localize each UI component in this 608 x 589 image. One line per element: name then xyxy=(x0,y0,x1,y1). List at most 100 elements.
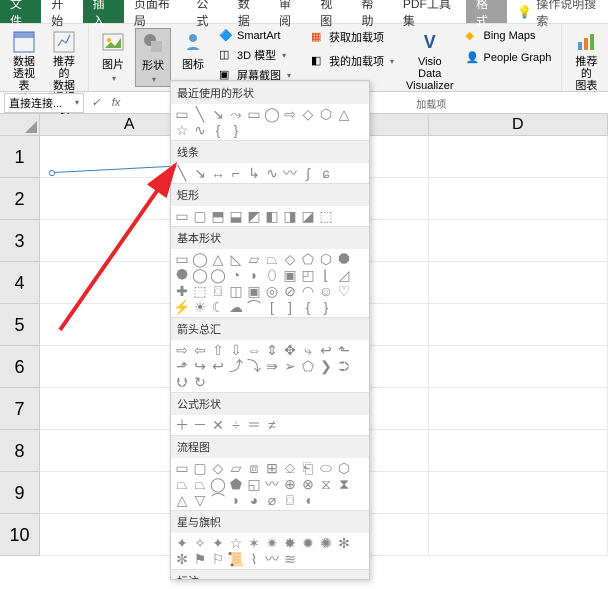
shape-can[interactable]: ⌼ xyxy=(211,284,225,298)
shape-lshape[interactable]: ⌊ xyxy=(319,268,333,282)
cell[interactable] xyxy=(429,346,608,388)
shape-textbox[interactable]: ▭ xyxy=(175,107,189,121)
shape-bevel[interactable]: ▣ xyxy=(247,284,261,298)
shape-elbow[interactable]: ⌐ xyxy=(229,166,243,180)
shape-snip2[interactable]: ⬓ xyxy=(229,209,243,223)
bing-maps-button[interactable]: ◆Bing Maps xyxy=(462,28,556,44)
shape-heart[interactable]: ♡ xyxy=(337,284,351,298)
shape-oct[interactable]: ⯄ xyxy=(175,268,189,282)
shape-notched[interactable]: ➢ xyxy=(283,359,297,373)
shape-mult[interactable]: ✕ xyxy=(211,418,225,432)
charts-rec-button[interactable]: 推荐的 图表 xyxy=(568,28,604,94)
cell[interactable] xyxy=(429,472,608,514)
shape-leftup[interactable]: ⬑ xyxy=(337,343,351,357)
shape-star5[interactable]: ☆ xyxy=(229,536,243,550)
shape-rbrace[interactable]: } xyxy=(229,123,243,137)
shape-tape[interactable]: 〰 xyxy=(265,477,279,491)
smartart-button[interactable]: 🔷SmartArt xyxy=(215,28,295,44)
shapes-button[interactable]: 形状▾ xyxy=(135,28,171,87)
fx-button[interactable]: ✓ xyxy=(88,95,104,111)
shape-circular[interactable]: ↻ xyxy=(193,375,207,389)
shape-curve2[interactable]: 〰 xyxy=(283,166,297,180)
shape-halfframe[interactable]: ◰ xyxy=(301,268,315,282)
shape-brace[interactable]: { xyxy=(301,300,315,314)
shape-rtriangle[interactable]: ◺ xyxy=(229,252,243,266)
shape-callout-r[interactable]: ⮊ xyxy=(337,359,351,373)
shape-curved-u[interactable]: ⤴ xyxy=(229,359,243,373)
shape-curve[interactable]: ∿ xyxy=(265,166,279,180)
picture-button[interactable]: 图片▾ xyxy=(95,28,131,85)
cell[interactable] xyxy=(429,178,608,220)
tab-help[interactable]: 帮助 xyxy=(352,0,393,23)
visio-button[interactable]: V Visio Data Visualizer xyxy=(402,28,458,94)
shape-snip1[interactable]: ⬒ xyxy=(211,209,225,223)
tab-insert[interactable]: 插入 xyxy=(83,0,124,23)
shape-line[interactable]: ╲ xyxy=(193,107,207,121)
shape-collate[interactable]: ⧖ xyxy=(319,477,333,491)
shape-udarrow[interactable]: ⇕ xyxy=(265,343,279,357)
shape-diamond[interactable]: ◇ xyxy=(283,252,297,266)
shape-callout-d[interactable]: ⮋ xyxy=(175,375,189,389)
shape-moon[interactable]: ☾ xyxy=(211,300,225,314)
shape-pentagon[interactable]: ⬠ xyxy=(301,359,315,373)
shape-cube[interactable]: ◫ xyxy=(229,284,243,298)
shape-bracket[interactable]: [ xyxy=(265,300,279,314)
shape-internal[interactable]: ⊞ xyxy=(265,461,279,475)
shape-lbrace[interactable]: { xyxy=(211,123,225,137)
shape-or[interactable]: ⊗ xyxy=(301,477,315,491)
shape-freeform[interactable]: ʃ xyxy=(301,166,315,180)
shape-bentup[interactable]: ⬏ xyxy=(175,359,189,373)
shape-card[interactable]: ◱ xyxy=(247,477,261,491)
shape-donut[interactable]: ◎ xyxy=(265,284,279,298)
shape-lrarrow[interactable]: ⇔ xyxy=(247,343,261,357)
icons-button[interactable]: 图标 xyxy=(175,28,211,74)
shape-brace2[interactable]: } xyxy=(319,300,333,314)
shape-quad[interactable]: ✥ xyxy=(283,343,297,357)
shape-ribbon2[interactable]: ⚐ xyxy=(211,552,225,566)
select-all-corner[interactable] xyxy=(0,114,40,136)
cell[interactable] xyxy=(429,136,608,178)
shape-arc[interactable]: ⌒ xyxy=(247,300,261,314)
shape-round1[interactable]: ◧ xyxy=(265,209,279,223)
shape-triangle[interactable]: △ xyxy=(211,252,225,266)
col-header-d[interactable]: D xyxy=(429,114,608,136)
shape-data[interactable]: ▱ xyxy=(229,461,243,475)
shape-bent[interactable]: ⤷ xyxy=(301,343,315,357)
tab-pdf[interactable]: PDF工具集 xyxy=(393,0,466,23)
shape-dec[interactable]: ◯ xyxy=(193,268,207,282)
shape-wave[interactable]: 〰 xyxy=(265,552,279,566)
shape-offpage[interactable]: ⬟ xyxy=(229,477,243,491)
shape-pent[interactable]: ⬠ xyxy=(301,252,315,266)
shape-explosion1[interactable]: ✦ xyxy=(175,536,189,550)
shape-alt[interactable]: ▢ xyxy=(193,461,207,475)
shape-rect[interactable]: ▭ xyxy=(175,209,189,223)
shape-diamond[interactable]: ◇ xyxy=(301,107,315,121)
shape-textbox[interactable]: ▭ xyxy=(175,252,189,266)
tab-view[interactable]: 视图 xyxy=(310,0,351,23)
shape-round-rect[interactable]: ▢ xyxy=(193,209,207,223)
shape-star16[interactable]: ✻ xyxy=(337,536,351,550)
shape-rect[interactable]: ▭ xyxy=(247,107,261,121)
shape-minus[interactable]: － xyxy=(193,418,207,432)
shape-snip-diag[interactable]: ◩ xyxy=(247,209,261,223)
shape-line-double[interactable]: ↔ xyxy=(211,166,225,180)
people-graph-button[interactable]: 👤People Graph xyxy=(462,50,556,66)
row-header[interactable]: 10 xyxy=(0,514,40,556)
tab-formula[interactable]: 公式 xyxy=(186,0,227,23)
name-box[interactable]: 直接连接...▾ xyxy=(4,93,84,113)
shape-hex[interactable]: ⬡ xyxy=(319,107,333,121)
shape-ribbon[interactable]: ⚑ xyxy=(193,552,207,566)
shape-diag[interactable]: ◿ xyxy=(337,268,351,282)
pivot-table-button[interactable]: 数据 透视表 xyxy=(6,28,42,94)
shape-lightning[interactable]: ⚡ xyxy=(175,300,189,314)
shape-multidoc[interactable]: ⎗ xyxy=(301,461,315,475)
row-header[interactable]: 8 xyxy=(0,430,40,472)
tab-home[interactable]: 开始 xyxy=(41,0,82,23)
shape-rarrow[interactable]: ⇨ xyxy=(175,343,189,357)
shape-pie[interactable]: ◔ xyxy=(229,268,243,282)
shape-plus[interactable]: ＋ xyxy=(175,418,189,432)
shape-predef[interactable]: ⧈ xyxy=(247,461,261,475)
shape-round-diag[interactable]: ◪ xyxy=(301,209,315,223)
cell[interactable] xyxy=(429,388,608,430)
shape-prep[interactable]: ⬡ xyxy=(337,461,351,475)
